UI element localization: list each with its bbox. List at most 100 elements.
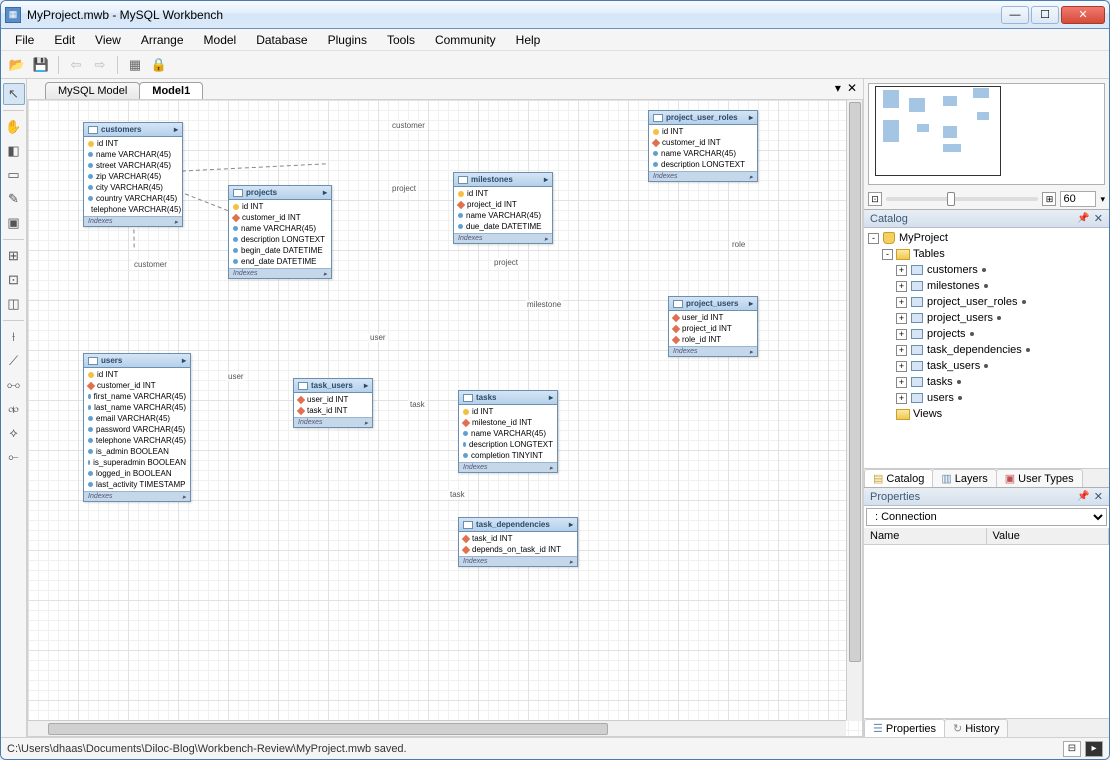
- chevron-icon[interactable]: ▸: [549, 393, 553, 402]
- chevron-icon[interactable]: ▸: [174, 125, 178, 134]
- er-indexes-footer[interactable]: Indexes▸: [459, 462, 557, 472]
- lock-icon[interactable]: 🔒: [149, 55, 169, 75]
- menu-plugins[interactable]: Plugins: [318, 31, 377, 49]
- open-icon[interactable]: 📂: [7, 55, 27, 75]
- tree-row[interactable]: - MyProject: [866, 230, 1107, 246]
- tree-expand-icon[interactable]: +: [896, 297, 907, 308]
- tree-row[interactable]: + users: [866, 390, 1107, 406]
- tab-model1[interactable]: Model1: [139, 82, 203, 99]
- tree-row[interactable]: + tasks: [866, 374, 1107, 390]
- zoom-slider[interactable]: [886, 197, 1038, 201]
- er-table-projects[interactable]: projects ▸ id INTcustomer_id INTname VAR…: [228, 185, 332, 279]
- er-indexes-footer[interactable]: Indexes▸: [84, 216, 182, 226]
- er-table-header[interactable]: task_dependencies ▸: [459, 518, 577, 532]
- er-table-customers[interactable]: customers ▸ id INTname VARCHAR(45)street…: [83, 122, 183, 227]
- menu-database[interactable]: Database: [246, 31, 317, 49]
- tree-expand-icon[interactable]: +: [896, 377, 907, 388]
- back-icon[interactable]: ⇦: [66, 55, 86, 75]
- menu-edit[interactable]: Edit: [44, 31, 85, 49]
- menu-file[interactable]: File: [5, 31, 44, 49]
- er-table-header[interactable]: milestones ▸: [454, 173, 552, 187]
- er-indexes-footer[interactable]: Indexes▸: [649, 171, 757, 181]
- tool-table-icon[interactable]: ⊞: [3, 245, 25, 267]
- tool-rel-existing-icon[interactable]: ⟜: [3, 446, 25, 468]
- tab-mysql-model[interactable]: MySQL Model: [45, 82, 140, 99]
- tool-note-icon[interactable]: ✎: [3, 188, 25, 210]
- save-icon[interactable]: 💾: [31, 55, 51, 75]
- chevron-icon[interactable]: ▸: [364, 381, 368, 390]
- user-types-tab[interactable]: ▣User Types: [996, 469, 1083, 487]
- tree-expand-icon[interactable]: +: [896, 265, 907, 276]
- zoom-input[interactable]: [1060, 191, 1096, 207]
- tree-expand-icon[interactable]: +: [896, 345, 907, 356]
- tree-row[interactable]: + milestones: [866, 278, 1107, 294]
- tree-row[interactable]: - Tables: [866, 246, 1107, 262]
- pin-icon[interactable]: 📌: [1077, 491, 1089, 502]
- tree-row[interactable]: + project_user_roles: [866, 294, 1107, 310]
- er-table-task_dependencies[interactable]: task_dependencies ▸ task_id INTdepends_o…: [458, 517, 578, 567]
- status-output-icon[interactable]: ⊟: [1063, 741, 1081, 757]
- history-tab[interactable]: ↻History: [944, 719, 1008, 737]
- chevron-icon[interactable]: ▸: [749, 299, 753, 308]
- er-indexes-footer[interactable]: Indexes▸: [459, 556, 577, 566]
- er-table-header[interactable]: users ▸: [84, 354, 190, 368]
- tool-hand-icon[interactable]: ✋: [3, 116, 25, 138]
- tree-expand-icon[interactable]: -: [868, 233, 879, 244]
- tree-row[interactable]: + task_dependencies: [866, 342, 1107, 358]
- er-table-header[interactable]: project_users ▸: [669, 297, 757, 311]
- er-table-header[interactable]: customers ▸: [84, 123, 182, 137]
- er-indexes-footer[interactable]: Indexes▸: [229, 268, 331, 278]
- chevron-icon[interactable]: ▸: [323, 188, 327, 197]
- panel-close-icon[interactable]: ✕: [1094, 212, 1103, 225]
- er-indexes-footer[interactable]: Indexes▸: [84, 491, 190, 501]
- tool-rel-n-m-icon[interactable]: ⟡: [3, 422, 25, 444]
- tree-expand-icon[interactable]: +: [896, 329, 907, 340]
- panel-close-icon[interactable]: ✕: [1094, 490, 1103, 503]
- tree-row[interactable]: + customers: [866, 262, 1107, 278]
- tool-eraser-icon[interactable]: ◧: [3, 140, 25, 162]
- tool-rel-1-1-icon[interactable]: ⧟: [3, 374, 25, 396]
- tool-view-icon[interactable]: ⊡: [3, 269, 25, 291]
- overview-navigator[interactable]: [868, 83, 1105, 185]
- tree-expand-icon[interactable]: +: [896, 313, 907, 324]
- grid-icon[interactable]: ▦: [125, 55, 145, 75]
- er-table-header[interactable]: project_user_roles ▸: [649, 111, 757, 125]
- zoom-fit-icon[interactable]: ⊡: [868, 192, 882, 206]
- tree-expand-icon[interactable]: -: [882, 249, 893, 260]
- tool-routine-icon[interactable]: ◫: [3, 293, 25, 315]
- er-table-users[interactable]: users ▸ id INTcustomer_id INTfirst_name …: [83, 353, 191, 502]
- tree-row[interactable]: + projects: [866, 326, 1107, 342]
- tool-rel-1-n-non-icon[interactable]: ⟋: [3, 350, 25, 372]
- layers-tab[interactable]: ▥Layers: [932, 469, 996, 487]
- tool-image-icon[interactable]: ▣: [3, 212, 25, 234]
- er-table-tasks[interactable]: tasks ▸ id INTmilestone_id INTname VARCH…: [458, 390, 558, 473]
- er-indexes-footer[interactable]: Indexes▸: [294, 417, 372, 427]
- tab-dropdown-icon[interactable]: ▾: [835, 81, 841, 95]
- er-table-task_users[interactable]: task_users ▸ user_id INTtask_id INT Inde…: [293, 378, 373, 428]
- menu-arrange[interactable]: Arrange: [131, 31, 194, 49]
- er-table-header[interactable]: projects ▸: [229, 186, 331, 200]
- chevron-icon[interactable]: ▸: [569, 520, 573, 529]
- catalog-tree[interactable]: - MyProject - Tables + customers + miles…: [864, 228, 1109, 468]
- properties-object-select[interactable]: : Connection: [866, 508, 1107, 526]
- er-table-header[interactable]: task_users ▸: [294, 379, 372, 393]
- close-button[interactable]: ✕: [1061, 6, 1105, 24]
- menu-help[interactable]: Help: [506, 31, 551, 49]
- chevron-icon[interactable]: ▸: [182, 356, 186, 365]
- tool-rel-1-n-icon[interactable]: ⧞: [3, 398, 25, 420]
- er-indexes-footer[interactable]: Indexes▸: [454, 233, 552, 243]
- properties-tab[interactable]: ☰Properties: [864, 719, 945, 737]
- horizontal-scrollbar[interactable]: [28, 720, 846, 736]
- zoom-100-icon[interactable]: ⊞: [1042, 192, 1056, 206]
- tree-expand-icon[interactable]: +: [896, 361, 907, 372]
- menu-community[interactable]: Community: [425, 31, 506, 49]
- tree-row[interactable]: + project_users: [866, 310, 1107, 326]
- er-table-project_user_roles[interactable]: project_user_roles ▸ id INTcustomer_id I…: [648, 110, 758, 182]
- minimize-button[interactable]: —: [1001, 6, 1029, 24]
- tree-expand-icon[interactable]: +: [896, 393, 907, 404]
- pin-icon[interactable]: 📌: [1077, 213, 1089, 224]
- tab-close-icon[interactable]: ✕: [847, 81, 857, 95]
- chevron-icon[interactable]: ▸: [749, 113, 753, 122]
- tool-rel-1-1-non-icon[interactable]: ⟊: [3, 326, 25, 348]
- chevron-icon[interactable]: ▸: [544, 175, 548, 184]
